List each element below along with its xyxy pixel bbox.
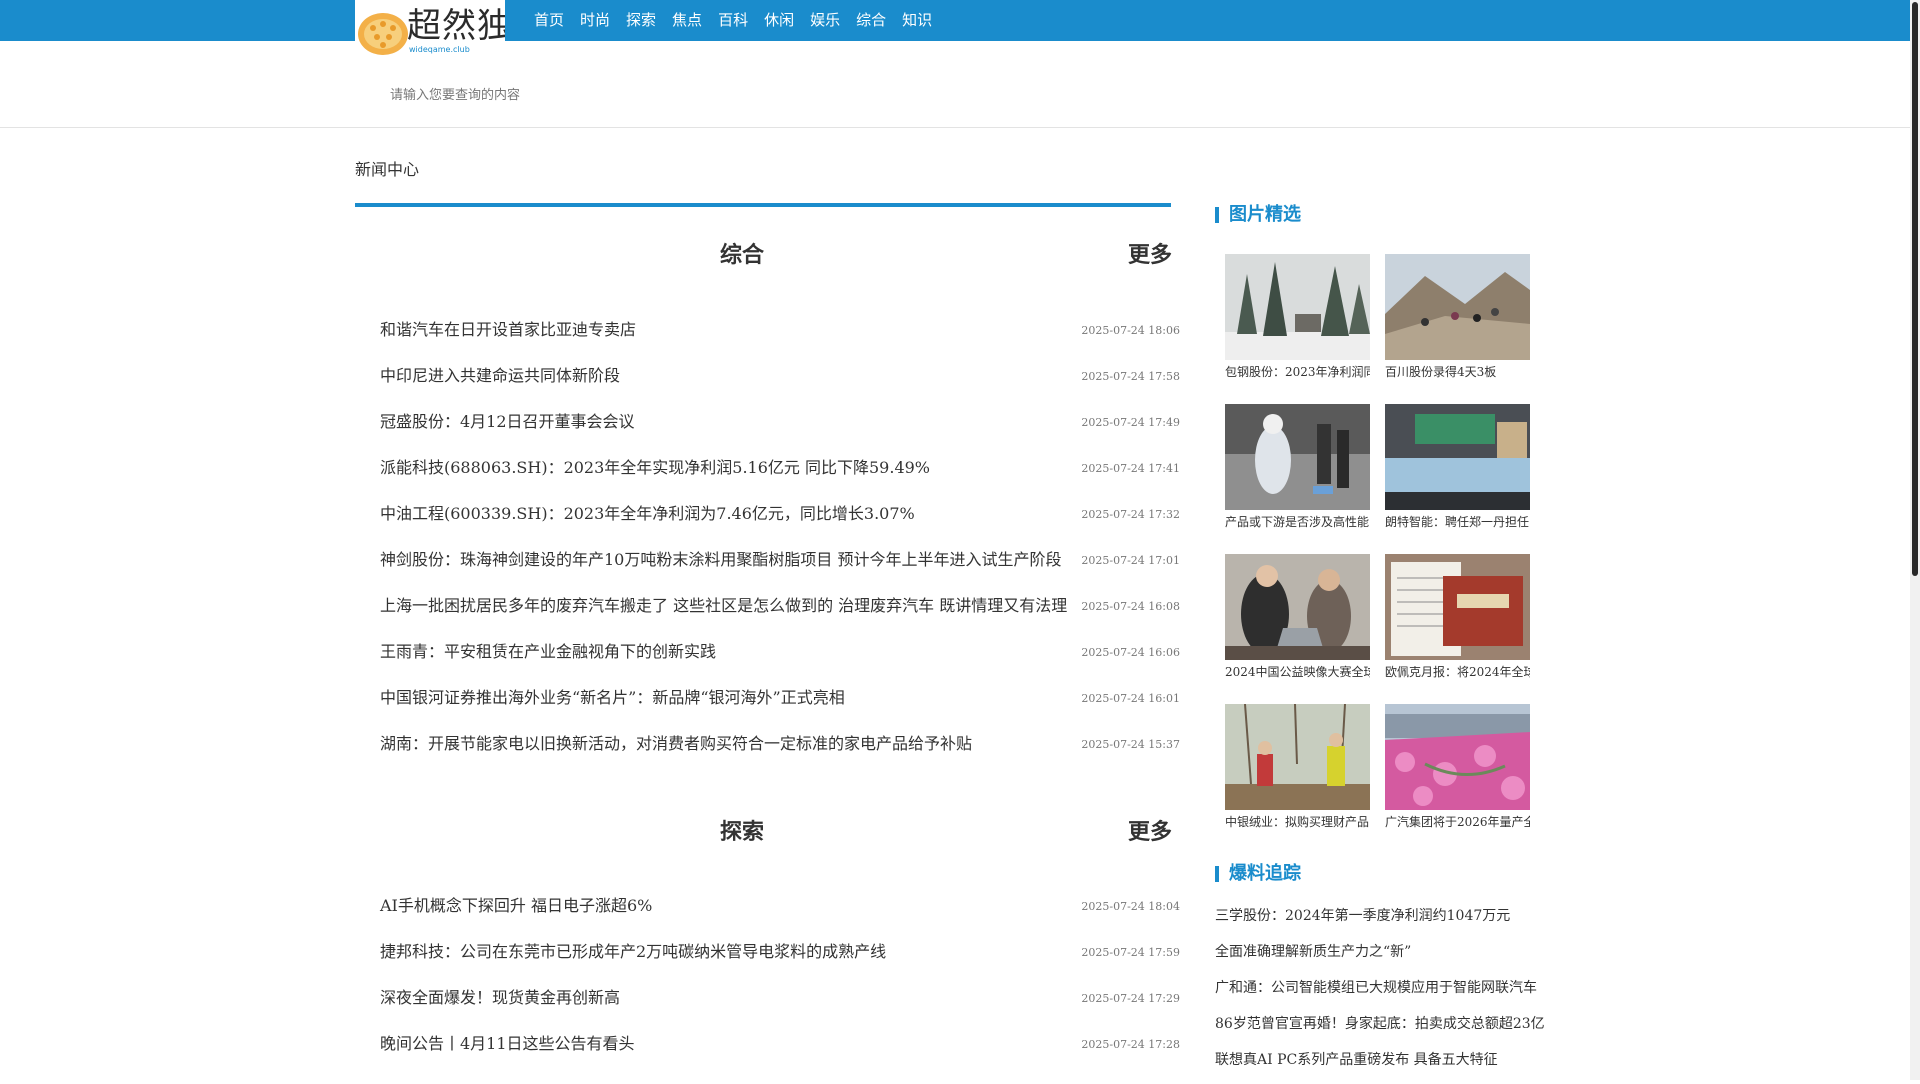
mountain-hikers-photo-icon <box>1385 254 1530 360</box>
gallery-caption: 欧佩克月报：将2024年全球 <box>1385 665 1530 679</box>
nav-item-home[interactable]: 首页 <box>534 0 564 41</box>
pink-flowers-photo-icon <box>1385 704 1530 810</box>
nav-item-fashion[interactable]: 时尚 <box>580 0 610 41</box>
search-input[interactable] <box>380 81 770 109</box>
news-title[interactable]: 捷邦科技：公司在东莞市已形成年产2万吨碳纳米管导电浆料的成熟产线 <box>380 940 886 964</box>
news-time: 2025-07-24 18:06 <box>1081 324 1180 337</box>
tree-planting-photo-icon <box>1225 704 1370 810</box>
scrollbar-thumb[interactable] <box>1912 2 1918 576</box>
gallery-heading: 图片精选 <box>1215 204 1301 226</box>
news-time: 2025-07-24 15:37 <box>1081 738 1180 751</box>
news-time: 2025-07-24 16:08 <box>1081 600 1180 613</box>
gallery-caption: 广汽集团将于2026年量产全 <box>1385 815 1530 829</box>
document-photo-icon <box>1385 554 1530 660</box>
news-row: 派能科技(688063.SH)：2023年全年实现净利润5.16亿元 同比下降5… <box>380 456 1180 502</box>
news-title[interactable]: 和谐汽车在日开设首家比亚迪专卖店 <box>380 318 636 342</box>
news-row: 神剑股份：珠海神剑建设的年产10万吨粉末涂料用聚酯树脂项目 预计今年上半年进入试… <box>380 548 1180 594</box>
gallery-item[interactable]: 百川股份录得4天3板 <box>1385 254 1530 380</box>
news-row: 晚间公告丨4月11日这些公告有看头 2025-07-24 17:28 <box>380 1032 1180 1078</box>
news-title[interactable]: 冠盛股份：4月12日召开董事会会议 <box>380 410 635 434</box>
nav-item-entertainment[interactable]: 娱乐 <box>810 0 840 41</box>
water-bottles-photo-icon <box>1385 404 1530 510</box>
gallery-caption: 包钢股份：2023年净利润同比 <box>1225 365 1370 379</box>
section-title: 新闻中心 <box>355 160 420 179</box>
news-time: 2025-07-24 17:29 <box>1081 992 1180 1005</box>
tips-list: 三学股份：2024年第一季度净利润约1047万元 全面准确理解新质生产力之“新”… <box>1215 904 1545 1084</box>
list-item[interactable]: 全面准确理解新质生产力之“新” <box>1215 940 1545 976</box>
list-item[interactable]: 广和通：公司智能模组已大规模应用于智能网联汽车 <box>1215 976 1545 1012</box>
gallery-item[interactable]: 2024中国公益映像大赛全球 <box>1225 554 1370 680</box>
news-row: 王雨青：平安租赁在产业金融视角下的创新实践 2025-07-24 16:06 <box>380 640 1180 686</box>
news-row: 捷邦科技：公司在东莞市已形成年产2万吨碳纳米管导电浆料的成熟产线 2025-07-… <box>380 940 1180 986</box>
news-row: 中油工程(600339.SH)：2023年全年净利润为7.46亿元，同比增长3.… <box>380 502 1180 548</box>
gallery-item[interactable]: 欧佩克月报：将2024年全球 <box>1385 554 1530 680</box>
logo-text: 超然独处 <box>407 6 505 46</box>
news-title[interactable]: 上海一批困扰居民多年的废弃汽车搬走了 这些社区是怎么做到的 治理废弃汽车 既讲情… <box>380 594 1067 618</box>
gallery-item[interactable]: 广汽集团将于2026年量产全 <box>1385 704 1530 830</box>
news-row: 中印尼进入共建命运共同体新阶段 2025-07-24 17:58 <box>380 364 1180 410</box>
gallery-caption: 朗特智能：聘任郑一丹担任 <box>1385 515 1530 529</box>
section-divider <box>355 203 1171 207</box>
nav-item-explore[interactable]: 探索 <box>626 0 656 41</box>
list-item[interactable]: 86岁范曾官宣再婚！身家起底：拍卖成交总额超23亿 <box>1215 1012 1545 1048</box>
news-row: 深夜全面爆发！现货黄金再创新高 2025-07-24 17:29 <box>380 986 1180 1032</box>
news-time: 2025-07-24 17:49 <box>1081 416 1180 429</box>
news-title[interactable]: 神剑股份：珠海神剑建设的年产10万吨粉末涂料用聚酯树脂项目 预计今年上半年进入试… <box>380 548 1061 572</box>
news-title[interactable]: 派能科技(688063.SH)：2023年全年实现净利润5.16亿元 同比下降5… <box>380 456 930 480</box>
news-time: 2025-07-24 16:06 <box>1081 646 1180 659</box>
news-row: 湖南：开展节能家电以旧换新活动，对消费者购买符合一定标准的家电产品给予补贴 202… <box>380 732 1180 778</box>
gallery-item[interactable]: 产品或下游是否涉及高性能 <box>1225 404 1370 530</box>
news-time: 2025-07-24 16:01 <box>1081 692 1180 705</box>
news-time: 2025-07-24 17:41 <box>1081 462 1180 475</box>
news-list-explore: AI手机概念下探回升 福日电子涨超6% 2025-07-24 18:04 捷邦科技… <box>380 894 1180 1078</box>
gallery-caption: 2024中国公益映像大赛全球 <box>1225 665 1370 679</box>
list-item[interactable]: 联想真AI PC系列产品重磅发布 具备五大特征 <box>1215 1048 1545 1084</box>
news-title[interactable]: 深夜全面爆发！现货黄金再创新高 <box>380 986 620 1010</box>
laptop-meeting-photo-icon <box>1225 554 1370 660</box>
news-row: 冠盛股份：4月12日召开董事会会议 2025-07-24 17:49 <box>380 410 1180 456</box>
top-nav-bar <box>0 0 1910 41</box>
list-item[interactable]: 三学股份：2024年第一季度净利润约1047万元 <box>1215 904 1545 940</box>
news-time: 2025-07-24 17:59 <box>1081 946 1180 959</box>
gallery-caption: 中银绒业：拟购买理财产品 <box>1225 815 1370 829</box>
gallery-item[interactable]: 朗特智能：聘任郑一丹担任 <box>1385 404 1530 530</box>
more-link-explore[interactable]: 更多 <box>1128 814 1172 846</box>
news-row: 和谐汽车在日开设首家比亚迪专卖店 2025-07-24 18:06 <box>380 318 1180 364</box>
gallery-caption: 产品或下游是否涉及高性能 <box>1225 515 1370 529</box>
news-title[interactable]: 晚间公告丨4月11日这些公告有看头 <box>380 1032 635 1056</box>
child-walking-photo-icon <box>1225 404 1370 510</box>
snowy-park-photo-icon <box>1225 254 1370 360</box>
category-title-explore: 探索 <box>720 820 765 845</box>
news-row: 中国银河证券推出海外业务“新名片”：新品牌“银河海外”正式亮相 2025-07-2… <box>380 686 1180 732</box>
gallery-item[interactable]: 包钢股份：2023年净利润同比 <box>1225 254 1370 380</box>
search-bar-area <box>0 41 1910 128</box>
category-title-general: 综合 <box>720 243 765 268</box>
nav-item-general[interactable]: 综合 <box>856 0 886 41</box>
nav-item-knowledge[interactable]: 知识 <box>902 0 932 41</box>
gallery-item[interactable]: 中银绒业：拟购买理财产品 <box>1225 704 1370 830</box>
main-nav: 首页 时尚 探索 焦点 百科 休闲 娱乐 综合 知识 <box>534 0 948 41</box>
news-title[interactable]: AI手机概念下探回升 福日电子涨超6% <box>380 894 652 918</box>
news-title[interactable]: 中印尼进入共建命运共同体新阶段 <box>380 364 620 388</box>
news-title[interactable]: 中油工程(600339.SH)：2023年全年净利润为7.46亿元，同比增长3.… <box>380 502 915 526</box>
news-title[interactable]: 中国银河证券推出海外业务“新名片”：新品牌“银河海外”正式亮相 <box>380 686 845 710</box>
news-row: AI手机概念下探回升 福日电子涨超6% 2025-07-24 18:04 <box>380 894 1180 940</box>
news-time: 2025-07-24 18:04 <box>1081 900 1180 913</box>
nav-item-leisure[interactable]: 休闲 <box>764 0 794 41</box>
news-time: 2025-07-24 17:28 <box>1081 1038 1180 1051</box>
gallery-caption: 百川股份录得4天3板 <box>1385 365 1497 379</box>
news-title[interactable]: 湖南：开展节能家电以旧换新活动，对消费者购买符合一定标准的家电产品给予补贴 <box>380 732 972 756</box>
news-list-general: 和谐汽车在日开设首家比亚迪专卖店 2025-07-24 18:06 中印尼进入共建… <box>380 318 1180 778</box>
nav-item-focus[interactable]: 焦点 <box>672 0 702 41</box>
tips-heading: 爆料追踪 <box>1215 863 1301 885</box>
news-row: 上海一批困扰居民多年的废弃汽车搬走了 这些社区是怎么做到的 治理废弃汽车 既讲情… <box>380 594 1180 640</box>
more-link-general[interactable]: 更多 <box>1128 237 1172 269</box>
news-time: 2025-07-24 17:32 <box>1081 508 1180 521</box>
nav-item-wiki[interactable]: 百科 <box>718 0 748 41</box>
news-title[interactable]: 王雨青：平安租赁在产业金融视角下的创新实践 <box>380 640 716 664</box>
news-time: 2025-07-24 17:58 <box>1081 370 1180 383</box>
news-time: 2025-07-24 17:01 <box>1081 554 1180 567</box>
